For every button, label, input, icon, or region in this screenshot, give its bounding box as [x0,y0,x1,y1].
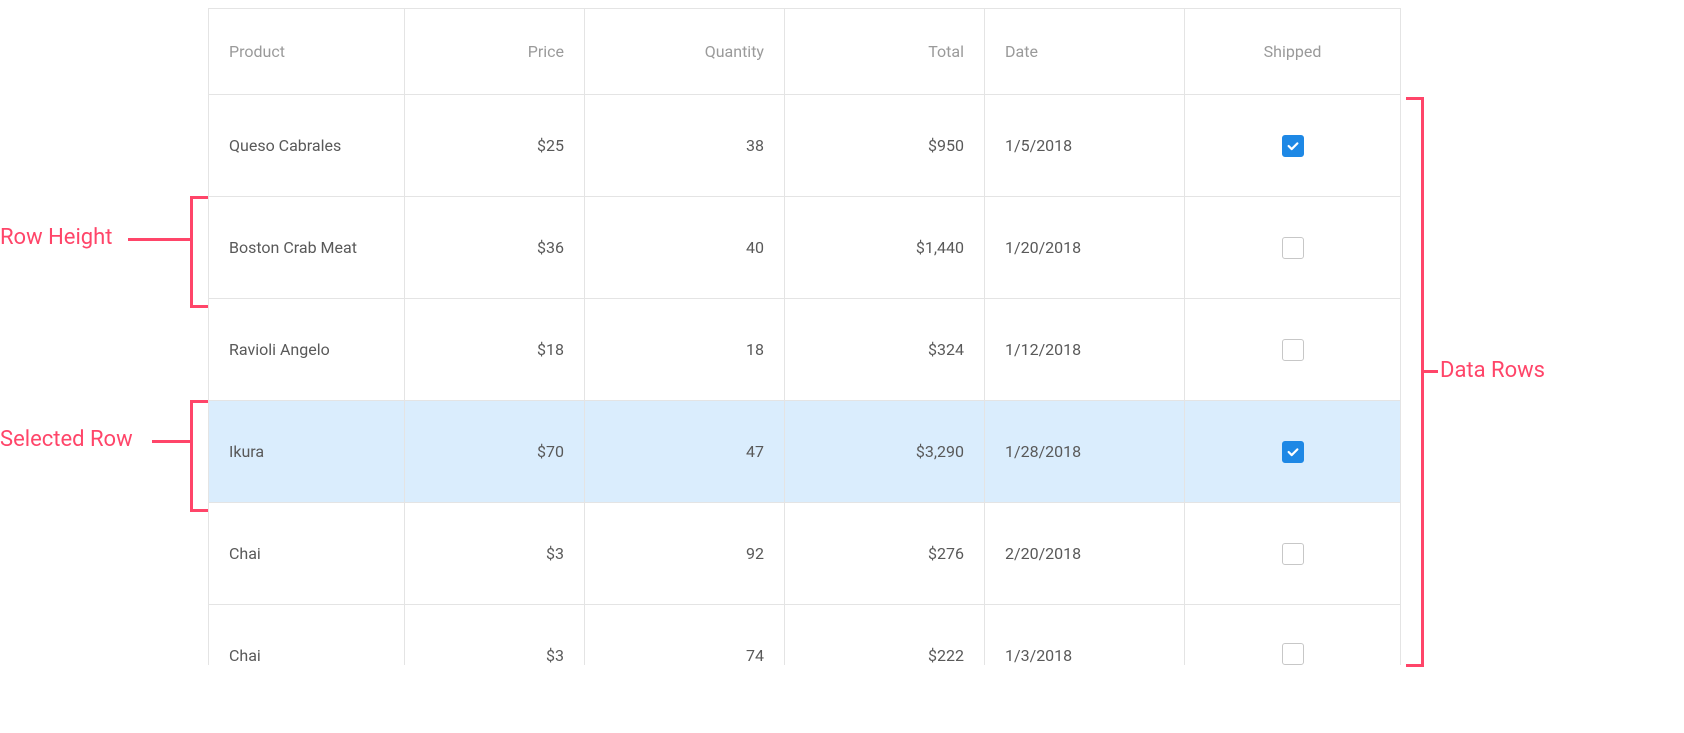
shipped-checkbox[interactable] [1282,237,1304,259]
cell-price: $70 [405,401,585,503]
cell-product: Ikura [209,401,405,503]
annotation-selected-row-line [152,440,190,443]
header-shipped[interactable]: Shipped [1185,9,1401,95]
cell-quantity: 74 [585,605,785,665]
cell-total: $3,290 [785,401,985,503]
cell-quantity: 40 [585,197,785,299]
cell-shipped [1185,503,1401,605]
table-row[interactable]: Ikura$7047$3,2901/28/2018 [209,401,1401,503]
cell-price: $18 [405,299,585,401]
cell-price: $3 [405,605,585,665]
cell-product: Ravioli Angelo [209,299,405,401]
cell-date: 1/5/2018 [985,95,1185,197]
header-quantity[interactable]: Quantity [585,9,785,95]
shipped-checkbox[interactable] [1282,339,1304,361]
cell-total: $222 [785,605,985,665]
header-product[interactable]: Product [209,9,405,95]
cell-shipped [1185,299,1401,401]
shipped-checkbox[interactable] [1282,135,1304,157]
header-date[interactable]: Date [985,9,1185,95]
table-row[interactable]: Chai$392$2762/20/2018 [209,503,1401,605]
cell-total: $950 [785,95,985,197]
table-row[interactable]: Queso Cabrales$2538$9501/5/2018 [209,95,1401,197]
cell-price: $3 [405,503,585,605]
cell-shipped [1185,401,1401,503]
cell-product: Chai [209,605,405,665]
cell-total: $1,440 [785,197,985,299]
cell-date: 1/28/2018 [985,401,1185,503]
cell-product: Chai [209,503,405,605]
shipped-checkbox[interactable] [1282,643,1304,665]
table-row[interactable]: Chai$374$2221/3/2018 [209,605,1401,665]
cell-date: 1/3/2018 [985,605,1185,665]
table-header-row: Product Price Quantity Total Date Shippe… [209,9,1401,95]
header-price[interactable]: Price [405,9,585,95]
cell-quantity: 47 [585,401,785,503]
annotation-data-rows: Data Rows [1440,358,1545,383]
cell-date: 2/20/2018 [985,503,1185,605]
cell-price: $36 [405,197,585,299]
annotation-row-height: Row Height [0,225,112,250]
annotation-selected-row: Selected Row [0,427,133,452]
cell-total: $276 [785,503,985,605]
cell-shipped [1185,197,1401,299]
cell-shipped [1185,605,1401,665]
annotation-row-height-bracket [190,196,208,308]
annotation-row-height-line [128,238,190,241]
cell-price: $25 [405,95,585,197]
shipped-checkbox[interactable] [1282,441,1304,463]
cell-quantity: 38 [585,95,785,197]
header-total[interactable]: Total [785,9,985,95]
cell-date: 1/12/2018 [985,299,1185,401]
cell-quantity: 18 [585,299,785,401]
cell-shipped [1185,95,1401,197]
cell-date: 1/20/2018 [985,197,1185,299]
cell-product: Boston Crab Meat [209,197,405,299]
cell-quantity: 92 [585,503,785,605]
annotation-data-rows-bracket [1406,97,1424,667]
table-row[interactable]: Ravioli Angelo$1818$3241/12/2018 [209,299,1401,401]
annotation-selected-row-bracket [190,400,208,512]
cell-product: Queso Cabrales [209,95,405,197]
cell-total: $324 [785,299,985,401]
shipped-checkbox[interactable] [1282,543,1304,565]
table-row[interactable]: Boston Crab Meat$3640$1,4401/20/2018 [209,197,1401,299]
data-table: Product Price Quantity Total Date Shippe… [208,8,1400,665]
annotation-data-rows-line [1424,370,1438,373]
